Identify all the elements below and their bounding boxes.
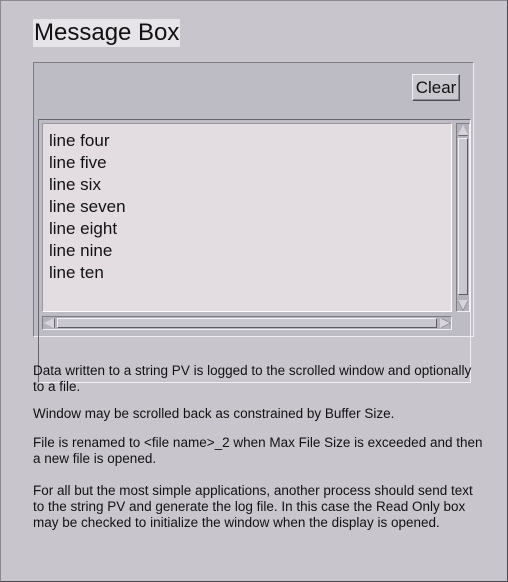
list-item: line ten (49, 263, 104, 282)
vertical-scroll-thumb[interactable] (458, 138, 468, 295)
scroll-down-arrow-icon[interactable] (458, 300, 468, 310)
page-title: Message Box (33, 19, 181, 47)
horizontal-scrollbar[interactable] (42, 316, 452, 330)
scroll-right-arrow-icon[interactable] (440, 318, 450, 328)
list-item: line nine (49, 241, 113, 260)
description-paragraph: File is renamed to <file name>_2 when Ma… (33, 435, 483, 466)
description-paragraph: For all but the most simple applications… (33, 483, 473, 530)
list-item: line eight (49, 219, 118, 238)
scrolled-window: line four line five line six line seven … (38, 119, 471, 383)
description-paragraph: Window may be scrolled back as constrain… (33, 406, 395, 421)
message-text-area[interactable]: line four line five line six line seven … (42, 123, 452, 312)
list-item: line six (49, 175, 101, 194)
vertical-scrollbar[interactable] (456, 123, 470, 312)
scroll-up-arrow-icon[interactable] (458, 125, 468, 135)
horizontal-scroll-thumb[interactable] (57, 318, 437, 328)
description-paragraph: Data written to a string PV is logged to… (33, 363, 472, 394)
list-item: line five (49, 153, 107, 172)
message-panel: Clear line four line five line six line … (33, 62, 474, 383)
list-item: line four (49, 131, 110, 150)
clear-button[interactable]: Clear (412, 74, 460, 101)
list-item: line seven (49, 197, 126, 216)
scroll-left-arrow-icon[interactable] (44, 318, 54, 328)
